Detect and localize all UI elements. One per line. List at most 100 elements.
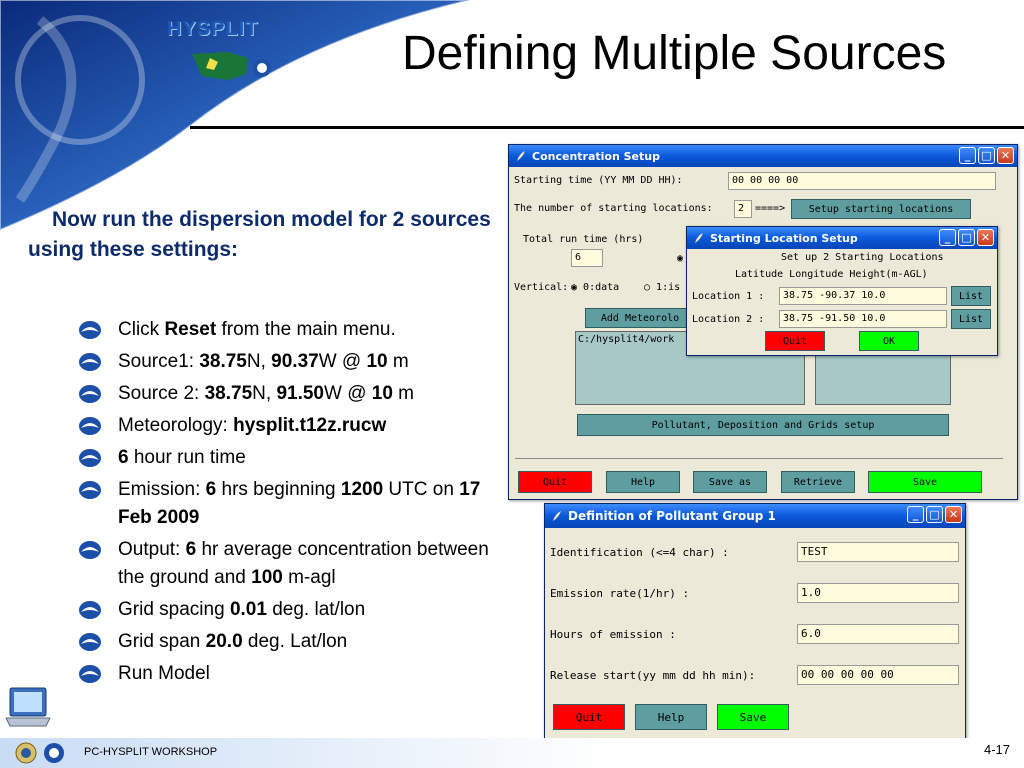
- minimize-button[interactable]: _: [959, 147, 976, 164]
- bullet-icon: [79, 665, 101, 683]
- text-span: m: [387, 351, 409, 372]
- location-ok-button[interactable]: OK: [859, 331, 919, 351]
- tk-feather-icon: [695, 233, 703, 243]
- bold-value: 38.75: [199, 351, 247, 372]
- text-span: m-agl: [282, 567, 336, 588]
- text-span: Source1:: [118, 351, 200, 372]
- maximize-button[interactable]: □: [978, 147, 995, 164]
- pollutant-setup-button[interactable]: Pollutant, Deposition and Grids setup: [577, 414, 949, 436]
- minimize-button[interactable]: _: [939, 229, 956, 246]
- bullet-icon: [79, 321, 101, 339]
- maximize-button[interactable]: □: [926, 506, 943, 523]
- vertical-option-0[interactable]: ◉ 0:data: [571, 282, 619, 293]
- bullet-icon: [79, 385, 101, 403]
- starting-location-window: Starting Location Setup _ □ ✕ Set up 2 S…: [686, 226, 998, 356]
- bullet-icon: [79, 449, 101, 467]
- instruction-item: Grid span 20.0 deg. Lat/lon: [78, 628, 498, 656]
- pollutant-field-input[interactable]: 1.0: [797, 583, 959, 603]
- bold-value: 10: [371, 383, 393, 404]
- vertical-option-1[interactable]: ○ 1:is: [644, 282, 680, 293]
- instruction-item: 6 hour run time: [78, 444, 498, 472]
- pollutant-group-window: Definition of Pollutant Group 1 _ □ ✕ Id…: [544, 503, 966, 745]
- bullet-icon: [79, 417, 101, 435]
- close-button[interactable]: ✕: [977, 229, 994, 246]
- setup-locations-button[interactable]: Setup starting locations: [791, 199, 971, 219]
- starting-time-label: Starting time (YY MM DD HH):: [514, 175, 683, 186]
- pollutant-help-button[interactable]: Help: [635, 704, 707, 730]
- intro-text: Now run the dispersion model for 2 sourc…: [28, 208, 491, 261]
- slide-title: Defining Multiple Sources: [402, 27, 947, 80]
- location-1-list-button[interactable]: List: [951, 286, 991, 306]
- instruction-item: Meteorology: hysplit.t12z.rucw: [78, 412, 498, 440]
- num-locations-input[interactable]: 2: [734, 200, 752, 218]
- close-button[interactable]: ✕: [997, 147, 1014, 164]
- bold-value: 6: [205, 479, 217, 500]
- text-span: Source 2:: [118, 383, 205, 404]
- pollutant-save-button[interactable]: Save: [717, 704, 789, 730]
- instruction-item: Source1: 38.75N, 90.37W @ 10 m: [78, 348, 498, 376]
- bold-value: 6: [185, 539, 197, 560]
- quit-button[interactable]: Quit: [518, 471, 592, 493]
- retrieve-button[interactable]: Retrieve: [781, 471, 855, 493]
- bold-value: Reset: [164, 319, 217, 340]
- pollutant-field-label: Identification (<=4 char) :: [550, 546, 729, 559]
- pollutant-field-input[interactable]: TEST: [797, 542, 959, 562]
- save-button[interactable]: Save: [868, 471, 982, 493]
- text-span: Click: [118, 319, 165, 340]
- location-1-label: Location 1 :: [692, 291, 765, 302]
- location-quit-button[interactable]: Quit: [765, 331, 825, 351]
- vertical-label: Vertical:: [514, 282, 569, 293]
- bold-value: hysplit.t12z.rucw: [233, 415, 387, 436]
- text-span: W @: [323, 383, 372, 404]
- title-divider: [190, 126, 1024, 129]
- num-locations-label: The number of starting locations:: [514, 203, 713, 214]
- maximize-button[interactable]: □: [958, 229, 975, 246]
- columns-header: Latitude Longitude Height(m-AGL): [735, 269, 928, 280]
- hysplit-logo-text: HYSPLIT: [167, 18, 259, 40]
- pollutant-field-input[interactable]: 00 00 00 00 00: [797, 665, 959, 685]
- save-as-button[interactable]: Save as: [693, 471, 767, 493]
- text-span: N,: [246, 351, 272, 372]
- location-1-input[interactable]: 38.75 -90.37 10.0: [779, 287, 947, 305]
- text-span: m: [392, 383, 415, 404]
- pollutant-field-label: Release start(yy mm dd hh min):: [550, 669, 756, 682]
- pollutant-field-label: Hours of emission :: [550, 628, 676, 641]
- bold-value: 90.37: [271, 351, 319, 372]
- footer-text: PC-HYSPLIT WORKSHOP: [84, 746, 218, 758]
- total-run-input[interactable]: 6: [571, 249, 603, 267]
- total-run-label: Total run time (hrs): [523, 234, 644, 245]
- page-number: 4-17: [984, 742, 1011, 757]
- location-2-input[interactable]: 38.75 -91.50 10.0: [779, 310, 947, 328]
- starting-time-input[interactable]: 00 00 00 00: [728, 172, 996, 190]
- pollutant-quit-button[interactable]: Quit: [553, 704, 625, 730]
- text-span: Output:: [118, 539, 186, 560]
- bold-value: 100: [251, 567, 283, 588]
- met-file-item[interactable]: C:/hysplit4/work: [578, 334, 674, 345]
- concentration-setup-titlebar[interactable]: Concentration Setup _ □ ✕: [509, 145, 1017, 167]
- window-title: Starting Location Setup: [710, 231, 858, 245]
- close-button[interactable]: ✕: [945, 506, 962, 523]
- bold-value: 38.75: [204, 383, 253, 404]
- instruction-list: Click Reset from the main menu. Source1: …: [78, 316, 498, 692]
- radio-partial[interactable]: ◉: [677, 253, 683, 264]
- laptop-icon: [5, 687, 51, 727]
- bold-value: 10: [366, 351, 388, 372]
- pollutant-group-titlebar[interactable]: Definition of Pollutant Group 1 _ □ ✕: [545, 504, 965, 528]
- starting-location-titlebar[interactable]: Starting Location Setup _ □ ✕: [687, 227, 997, 249]
- text-span: W @: [318, 351, 367, 372]
- text-span: hrs beginning: [216, 479, 341, 500]
- instruction-item: Grid spacing 0.01 deg. lat/lon: [78, 596, 498, 624]
- bullet-icon: [79, 481, 101, 499]
- help-button[interactable]: Help: [606, 471, 680, 493]
- tk-feather-icon: [517, 151, 525, 161]
- minimize-button[interactable]: _: [907, 506, 924, 523]
- add-meteorology-button[interactable]: Add Meteorolo: [585, 308, 695, 328]
- locations-header: Set up 2 Starting Locations: [781, 252, 944, 263]
- instruction-item: Click Reset from the main menu.: [78, 316, 498, 344]
- text-span: deg. Lat/lon: [242, 631, 348, 652]
- location-2-list-button[interactable]: List: [951, 309, 991, 329]
- pollutant-field-input[interactable]: 6.0: [797, 624, 959, 644]
- text-span: from the main menu.: [216, 319, 396, 340]
- text-span: hour run time: [128, 447, 246, 468]
- instruction-item: Emission: 6 hrs beginning 1200 UTC on 17…: [78, 476, 498, 532]
